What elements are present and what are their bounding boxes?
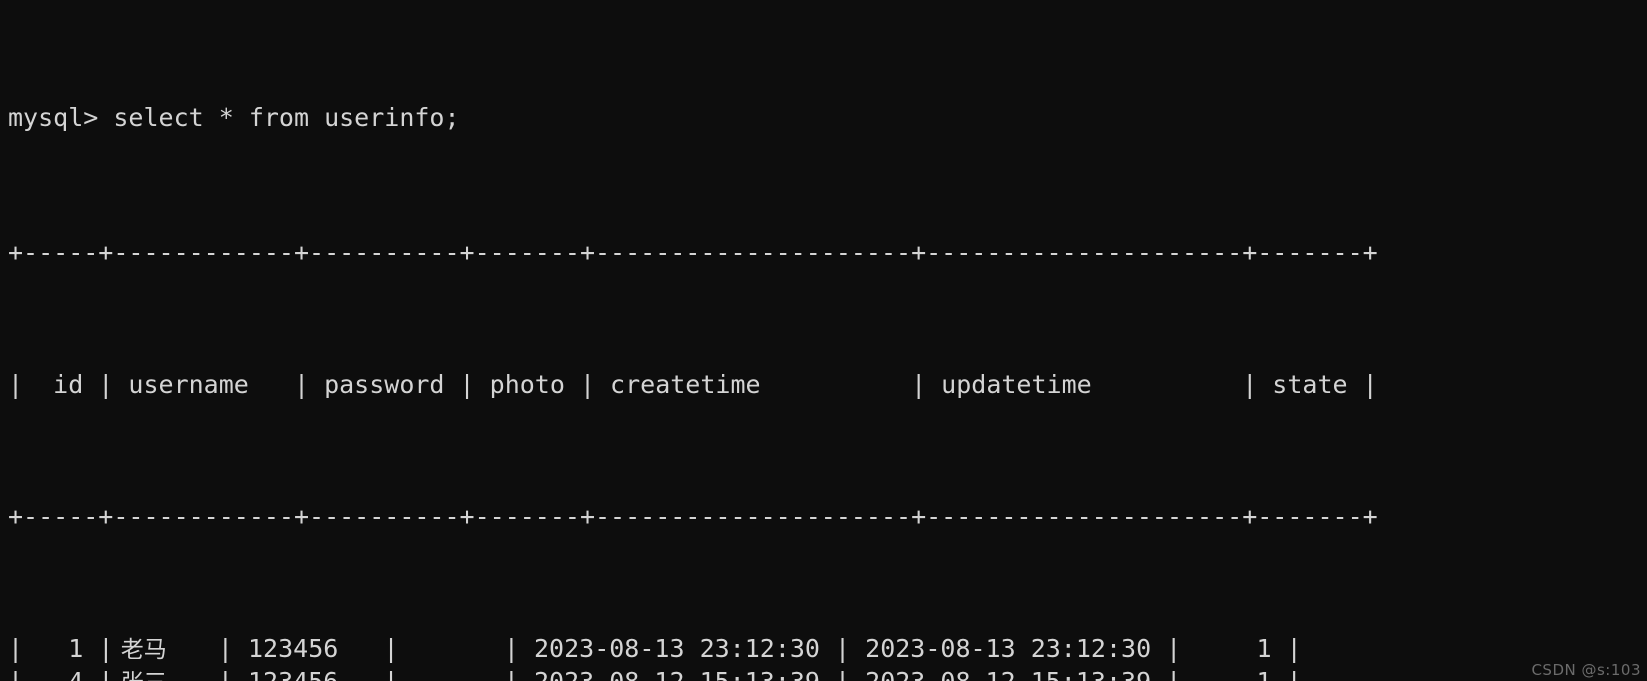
cell-photo [399, 665, 504, 681]
cell-password: 123456 [233, 665, 384, 681]
table-body: | 1 | 老马 | 123456 | | 2023-08-13 23:12:3… [8, 632, 1378, 681]
cell-updatetime: 2023-08-12 15:13:39 [850, 665, 1166, 681]
cell-state: 1 [1181, 634, 1287, 663]
table-header-text: | id | username | password | photo | cre… [8, 370, 1378, 399]
cell-id: 1 [23, 634, 99, 663]
cell-createtime: 2023-08-12 15:13:39 [519, 665, 835, 681]
terminal-window: mysql> select * from userinfo; +-----+--… [0, 0, 1647, 681]
cell-password: 123456 [232, 634, 384, 663]
cell-photo [399, 632, 504, 665]
cell-updatetime: 2023-08-13 23:12:30 [850, 634, 1167, 663]
mysql-prompt-line: mysql> select * from userinfo; [8, 101, 1378, 137]
cell-id: 4 [23, 665, 98, 681]
table-row: | 1 | 老马 | 123456 | | 2023-08-13 23:12:3… [8, 632, 1378, 665]
table-header-separator: +-----+------------+----------+-------+-… [8, 502, 1378, 531]
cell-state: 1 [1181, 665, 1286, 681]
cell-username: 老马 [113, 637, 218, 663]
cell-username: 张三 [113, 667, 218, 681]
table-row: | 4 | 张三 | 123456 | | 2023-08-12 15:13:3… [8, 665, 1378, 681]
table-header-row: | id | username | password | photo | cre… [8, 368, 1378, 401]
table-top-border: +-----+------------+----------+-------+-… [8, 238, 1378, 267]
mysql-prompt-command: mysql> select * from userinfo; [8, 103, 460, 132]
cell-createtime: 2023-08-13 23:12:30 [518, 634, 836, 663]
watermark: CSDN @s:103 [1531, 661, 1641, 679]
terminal-output: mysql> select * from userinfo; +-----+--… [8, 2, 1378, 681]
